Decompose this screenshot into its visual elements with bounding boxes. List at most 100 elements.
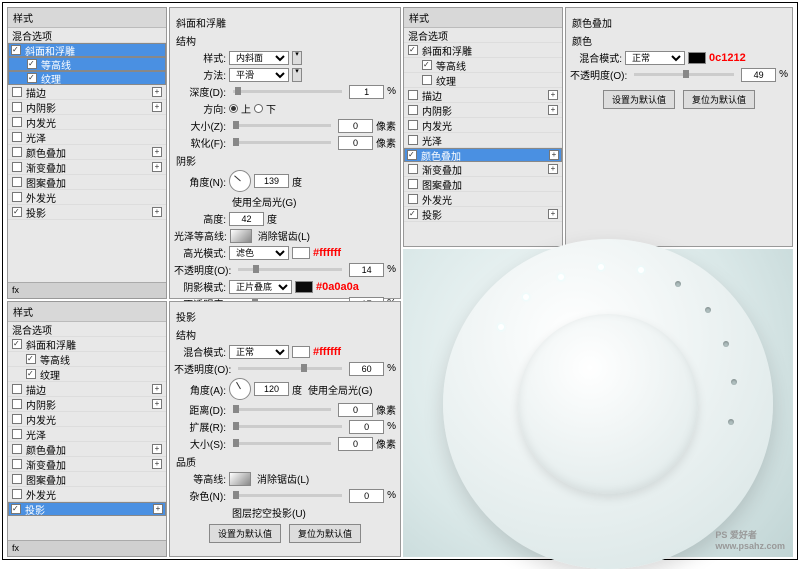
texture-row[interactable]: 纹理 [8,367,166,382]
checkbox-icon[interactable] [422,75,432,85]
expand-icon[interactable]: + [152,87,162,97]
color-swatch[interactable] [292,346,310,358]
default-button[interactable]: 设置为默认值 [603,90,675,109]
angle-dial[interactable] [229,378,251,400]
texture-row[interactable]: 纹理 [8,71,166,85]
drop-shadow-row[interactable]: 投影+ [404,207,562,222]
size-slider[interactable] [233,442,331,445]
checkbox-icon[interactable] [408,105,418,115]
expand-icon[interactable]: + [152,207,162,217]
gradient-overlay-row[interactable]: 渐变叠加+ [8,457,166,472]
opacity-slider[interactable] [238,367,342,370]
bevel-row[interactable]: 斜面和浮雕 [404,43,562,58]
distance-input[interactable] [338,403,373,417]
dropdown-icon[interactable]: ▾ [292,51,302,65]
expand-icon[interactable]: + [548,105,558,115]
contour-row[interactable]: 等高线 [404,58,562,73]
checkbox-icon[interactable] [12,399,22,409]
gradient-overlay-row[interactable]: 渐变叠加+ [8,160,166,175]
checkbox-icon[interactable] [12,474,22,484]
texture-row[interactable]: 纹理 [404,73,562,88]
inner-glow-row[interactable]: 内发光 [404,118,562,133]
checkbox-icon[interactable] [408,135,418,145]
checkbox-icon[interactable] [26,354,36,364]
checkbox-icon[interactable] [27,73,37,83]
pattern-overlay-row[interactable]: 图案叠加 [8,472,166,487]
pattern-overlay-row[interactable]: 图案叠加 [404,177,562,192]
expand-icon[interactable]: + [152,147,162,157]
gradient-overlay-row[interactable]: 渐变叠加+ [404,162,562,177]
checkbox-icon[interactable] [12,87,22,97]
up-radio[interactable] [229,104,238,113]
distance-slider[interactable] [233,408,331,411]
soften-input[interactable] [338,136,373,150]
blend-options-row[interactable]: 混合选项 [8,322,166,337]
highlight-color-swatch[interactable] [292,247,310,259]
inner-glow-row[interactable]: 内发光 [8,412,166,427]
checkbox-icon[interactable] [12,132,22,142]
checkbox-icon[interactable] [12,459,22,469]
expand-icon[interactable]: + [153,504,163,514]
opacity-input[interactable] [741,68,776,82]
expand-icon[interactable]: + [152,399,162,409]
checkbox-icon[interactable] [11,45,21,55]
expand-icon[interactable]: + [548,209,558,219]
checkbox-icon[interactable] [408,209,418,219]
spread-input[interactable] [349,420,384,434]
down-radio[interactable] [254,104,263,113]
default-button[interactable]: 设置为默认值 [209,524,281,543]
altitude-input[interactable] [229,212,264,226]
checkbox-icon[interactable] [12,147,22,157]
checkbox-icon[interactable] [407,150,417,160]
highlight-opacity-input[interactable] [349,263,384,277]
contour-row[interactable]: 等高线 [8,57,166,71]
expand-icon[interactable]: + [548,164,558,174]
checkbox-icon[interactable] [12,162,22,172]
color-swatch[interactable] [688,52,706,64]
size-slider[interactable] [233,124,331,127]
color-overlay-row[interactable]: 颜色叠加+ [404,148,562,162]
checkbox-icon[interactable] [408,164,418,174]
blend-select[interactable]: 正常 [229,345,289,359]
highlight-opacity-slider[interactable] [238,268,342,271]
checkbox-icon[interactable] [12,384,22,394]
contour-picker[interactable] [230,229,252,243]
spread-slider[interactable] [233,425,342,428]
size-input[interactable] [338,437,373,451]
stroke-row[interactable]: 描边+ [404,88,562,103]
expand-icon[interactable]: + [152,384,162,394]
highlight-mode-select[interactable]: 滤色 [229,246,289,260]
expand-icon[interactable]: + [152,162,162,172]
checkbox-icon[interactable] [12,414,22,424]
color-overlay-row[interactable]: 颜色叠加+ [8,442,166,457]
technique-select[interactable]: 平滑 [229,68,289,82]
drop-shadow-row[interactable]: 投影+ [8,205,166,220]
color-overlay-row[interactable]: 颜色叠加+ [8,145,166,160]
depth-input[interactable] [349,85,384,99]
opacity-slider[interactable] [634,73,734,76]
angle-dial[interactable] [229,170,251,192]
noise-input[interactable] [349,489,384,503]
checkbox-icon[interactable] [27,59,37,69]
expand-icon[interactable]: + [548,90,558,100]
pattern-overlay-row[interactable]: 图案叠加 [8,175,166,190]
noise-slider[interactable] [233,494,342,497]
blend-options-row[interactable]: 混合选项 [404,28,562,43]
contour-picker[interactable] [229,472,251,486]
checkbox-icon[interactable] [12,489,22,499]
reset-button[interactable]: 复位为默认值 [289,524,361,543]
style-select[interactable]: 内斜面 [229,51,289,65]
checkbox-icon[interactable] [12,177,22,187]
checkbox-icon[interactable] [408,90,418,100]
checkbox-icon[interactable] [408,179,418,189]
checkbox-icon[interactable] [408,120,418,130]
angle-input[interactable] [254,174,289,188]
outer-glow-row[interactable]: 外发光 [8,190,166,205]
checkbox-icon[interactable] [12,207,22,217]
checkbox-icon[interactable] [26,369,36,379]
inner-glow-row[interactable]: 内发光 [8,115,166,130]
reset-button[interactable]: 复位为默认值 [683,90,755,109]
expand-icon[interactable]: + [152,102,162,112]
expand-icon[interactable]: + [152,444,162,454]
depth-slider[interactable] [233,90,342,93]
